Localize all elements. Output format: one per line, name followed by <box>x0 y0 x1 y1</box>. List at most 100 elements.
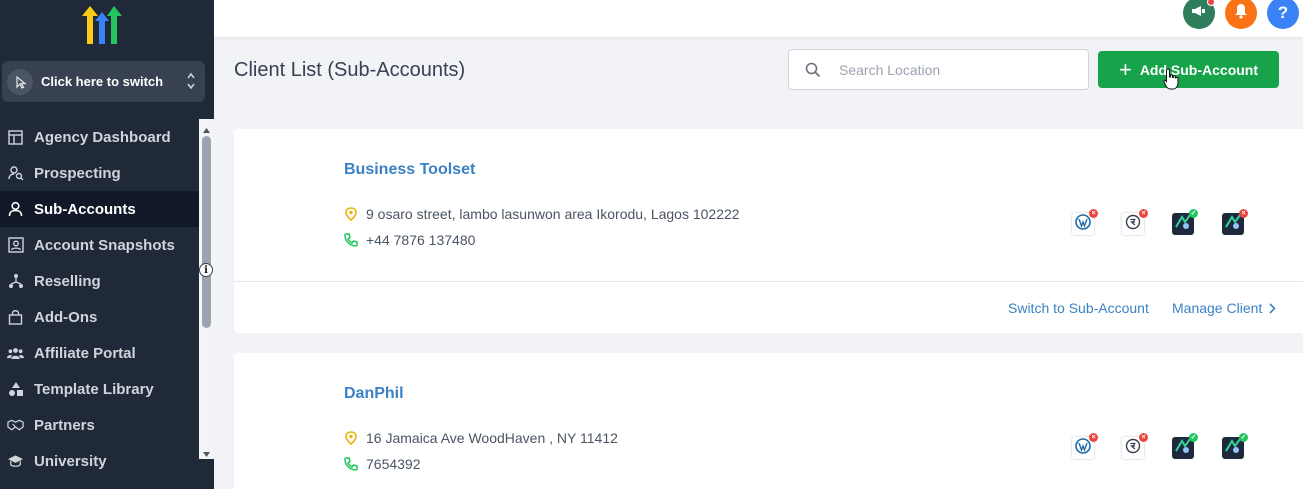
bag-icon <box>7 309 24 326</box>
integration-app[interactable]: ✓ <box>1172 209 1198 235</box>
integration-wordpress[interactable]: × <box>1072 209 1098 235</box>
wordpress-icon <box>1075 213 1091 235</box>
sidebar-scrollbar[interactable] <box>199 119 214 459</box>
client-name[interactable]: Business Toolset <box>344 161 475 179</box>
sidebar-item-partners[interactable]: Partners <box>0 407 199 443</box>
sidebar-item-prospecting[interactable]: Prospecting <box>0 155 199 191</box>
address-text: 9 osaro street, lambo lasunwon area Ikor… <box>366 206 740 222</box>
sidebar-item-agency-dashboard[interactable]: Agency Dashboard <box>0 119 199 155</box>
client-phone: +44 7876 137480 <box>344 232 475 248</box>
sidebar-item-university[interactable]: University <box>0 443 199 479</box>
snapshot-icon <box>7 237 24 254</box>
success-badge-icon: ✓ <box>1239 433 1248 442</box>
chevron-right-icon <box>1269 302 1276 314</box>
sidebar-item-label: Template Library <box>34 380 154 398</box>
search-location-input[interactable] <box>839 61 1059 78</box>
manage-client-label: Manage Client <box>1172 300 1263 316</box>
sidebar-item-label: Account Snapshots <box>34 236 175 254</box>
error-badge-icon: × <box>1089 433 1098 442</box>
location-pin-icon <box>344 431 358 445</box>
phone-icon <box>344 457 358 471</box>
sidebar-item-label: Add-Ons <box>34 308 98 326</box>
error-badge-icon: × <box>1139 209 1148 218</box>
payment-icon <box>1125 438 1141 459</box>
switcher-label: Click here to switch <box>41 74 164 89</box>
announcements-button[interactable] <box>1183 0 1215 29</box>
wordpress-icon <box>1075 437 1091 459</box>
error-badge-icon: × <box>1239 209 1248 218</box>
user-icon <box>7 201 24 218</box>
scroll-up-icon[interactable] <box>202 122 211 133</box>
sidebar: Click here to switch Agency Dashboard Pr… <box>0 0 214 489</box>
location-pin-icon <box>344 207 358 221</box>
page-title: Client List (Sub-Accounts) <box>234 59 466 81</box>
integration-wordpress[interactable]: × <box>1072 433 1098 459</box>
payment-icon <box>1125 214 1141 235</box>
user-search-icon <box>7 165 24 182</box>
success-badge-icon: ✓ <box>1189 433 1198 442</box>
scroll-thumb[interactable] <box>202 136 211 328</box>
search-icon <box>805 62 821 78</box>
help-button[interactable]: ? <box>1267 0 1299 29</box>
error-badge-icon: × <box>1139 433 1148 442</box>
sidebar-item-label: Partners <box>34 416 95 434</box>
add-sub-account-button[interactable]: + Add Sub-Account <box>1098 51 1279 88</box>
sidebar-item-label: Affiliate Portal <box>34 344 136 362</box>
sidebar-item-label: University <box>34 452 107 470</box>
error-badge-icon: × <box>1089 209 1098 218</box>
client-name[interactable]: DanPhil <box>344 385 404 403</box>
sidebar-item-reselling[interactable]: Reselling <box>0 263 199 299</box>
integration-payment[interactable]: × <box>1122 209 1148 235</box>
app-logo[interactable] <box>82 6 122 44</box>
users-icon <box>7 345 24 362</box>
pointer-icon <box>7 68 33 95</box>
phone-text: +44 7876 137480 <box>366 232 476 248</box>
scroll-down-icon[interactable] <box>202 446 211 457</box>
sidebar-nav: Agency Dashboard Prospecting Sub-Account… <box>0 119 199 479</box>
integration-app[interactable]: ✓ <box>1222 433 1248 459</box>
bell-icon <box>1234 3 1248 24</box>
integration-status-list: × × ✓ × <box>1072 209 1272 235</box>
card-divider <box>234 281 1303 282</box>
phone-text: 7654392 <box>366 456 421 472</box>
client-phone: 7654392 <box>344 456 421 472</box>
phone-icon <box>344 233 358 247</box>
sidebar-item-label: Sub-Accounts <box>34 200 136 218</box>
shapes-icon <box>7 381 24 398</box>
integration-app[interactable]: ✓ <box>1172 433 1198 459</box>
plus-icon: + <box>1118 56 1132 82</box>
notifications-button[interactable] <box>1225 0 1257 29</box>
manage-client-link[interactable]: Manage Client <box>1172 300 1276 316</box>
client-card: DanPhil 16 Jamaica Ave WoodHaven , NY 11… <box>234 353 1303 489</box>
hand-pointer-cursor-icon <box>1163 68 1179 95</box>
handshake-icon <box>7 417 24 434</box>
integration-payment[interactable]: × <box>1122 433 1148 459</box>
success-badge-icon: ✓ <box>1189 209 1198 218</box>
sidebar-item-label: Agency Dashboard <box>34 128 171 146</box>
location-switcher[interactable]: Click here to switch <box>2 61 205 102</box>
sidebar-item-account-snapshots[interactable]: Account Snapshots <box>0 227 199 263</box>
help-icon: ? <box>1277 3 1289 22</box>
address-text: 16 Jamaica Ave WoodHaven , NY 11412 <box>366 430 618 446</box>
sidebar-item-affiliate-portal[interactable]: Affiliate Portal <box>0 335 199 371</box>
sidebar-item-sub-accounts[interactable]: Sub-Accounts <box>0 191 199 227</box>
integration-status-list: × × ✓ ✓ <box>1072 433 1272 459</box>
sidebar-item-label: Prospecting <box>34 164 121 182</box>
client-address: 9 osaro street, lambo lasunwon area Ikor… <box>344 206 740 222</box>
integration-app[interactable]: × <box>1222 209 1248 235</box>
switch-to-sub-account-link[interactable]: Switch to Sub-Account <box>1008 300 1149 316</box>
chevron-up-down-icon <box>186 71 196 96</box>
sidebar-item-label: Reselling <box>34 272 101 290</box>
add-sub-account-label: Add Sub-Account <box>1139 61 1259 78</box>
top-bar: ? <box>214 0 1303 38</box>
notification-dot <box>1207 0 1215 6</box>
megaphone-icon <box>1191 4 1207 23</box>
network-icon <box>7 273 24 290</box>
client-card: Business Toolset 9 osaro street, lambo l… <box>234 129 1303 333</box>
dashboard-icon <box>7 129 24 146</box>
sidebar-item-add-ons[interactable]: Add-Ons <box>0 299 199 335</box>
sidebar-item-template-library[interactable]: Template Library <box>0 371 199 407</box>
client-address: 16 Jamaica Ave WoodHaven , NY 11412 <box>344 430 618 446</box>
sidebar-info-button[interactable]: i <box>199 263 213 277</box>
search-location-box <box>788 49 1089 90</box>
